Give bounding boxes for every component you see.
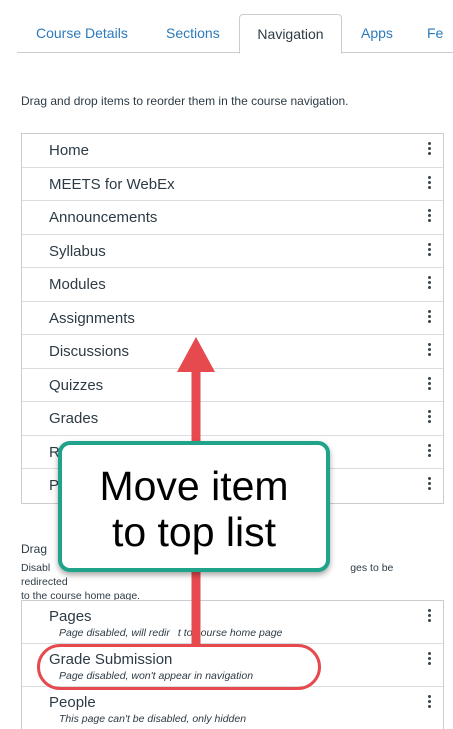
nav-item-syllabus[interactable]: Syllabus [22, 235, 443, 268]
settings-tab-bar: Course Details Sections Navigation Apps … [17, 14, 453, 54]
kebab-menu-icon[interactable] [425, 341, 433, 361]
course-settings-frame: Course Details Sections Navigation Apps … [0, 0, 453, 729]
nav-item-label: Modules [49, 276, 106, 293]
tab-sections[interactable]: Sections [166, 14, 220, 52]
nav-item-meets-webex[interactable]: MEETS for WebEx [22, 168, 443, 201]
kebab-menu-icon[interactable] [425, 693, 433, 713]
nav-item-assignments[interactable]: Assignments [22, 302, 443, 335]
nav-item-discussions[interactable]: Discussions [22, 335, 443, 369]
disabled-item-status: This page can't be disabled, only hidden [59, 713, 247, 725]
kebab-menu-icon[interactable] [425, 241, 433, 261]
kebab-menu-icon[interactable] [425, 475, 433, 495]
tab-apps[interactable]: Apps [361, 14, 393, 52]
nav-item-label: Syllabus [49, 242, 106, 260]
description-start: Disabl [21, 562, 51, 574]
nav-item-modules[interactable]: Modules [22, 268, 443, 302]
kebab-menu-icon[interactable] [425, 650, 433, 670]
tab-course-details[interactable]: Course Details [36, 14, 128, 52]
disabled-item-status: Page disabled, will redir t to course hom… [59, 627, 283, 639]
kebab-menu-icon[interactable] [425, 274, 433, 294]
callout-line-2: to top list [111, 509, 277, 555]
kebab-menu-icon[interactable] [425, 442, 433, 462]
tab-navigation[interactable]: Navigation [239, 14, 342, 54]
nav-item-label: Announcements [49, 209, 158, 226]
disabled-item-people[interactable]: People This page can't be disabled, only… [22, 687, 443, 729]
nav-item-home[interactable]: Home [22, 134, 443, 168]
highlight-oval [37, 644, 321, 690]
kebab-menu-icon[interactable] [425, 308, 433, 328]
nav-item-grades[interactable]: Grades [22, 402, 443, 436]
kebab-menu-icon[interactable] [425, 174, 433, 194]
nav-item-label: MEETS for WebEx [49, 175, 175, 193]
kebab-menu-icon[interactable] [425, 140, 433, 160]
disabled-section-title: Drag [21, 542, 48, 556]
tab-features[interactable]: Fe [427, 14, 443, 52]
nav-item-label: Assignments [49, 309, 135, 327]
disabled-item-label: People [49, 694, 96, 711]
move-item-callout: Move item to top list [58, 441, 330, 572]
kebab-menu-icon[interactable] [425, 408, 433, 428]
nav-item-announcements[interactable]: Announcements [22, 201, 443, 235]
navigation-instructions: Drag and drop items to reorder them in t… [21, 94, 349, 108]
disabled-item-pages[interactable]: Pages Page disabled, will redir t to cour… [22, 601, 443, 644]
nav-item-label: Discussions [49, 343, 130, 360]
nav-item-quizzes[interactable]: Quizzes [22, 369, 443, 402]
kebab-menu-icon[interactable] [425, 375, 433, 395]
nav-item-label: Home [49, 142, 90, 159]
kebab-menu-icon[interactable] [425, 207, 433, 227]
nav-item-label: Grades [49, 410, 99, 427]
callout-line-1: Move item [99, 463, 289, 509]
disabled-item-label: Pages [49, 608, 92, 625]
kebab-menu-icon[interactable] [425, 607, 433, 627]
nav-item-label: Quizzes [49, 376, 104, 394]
